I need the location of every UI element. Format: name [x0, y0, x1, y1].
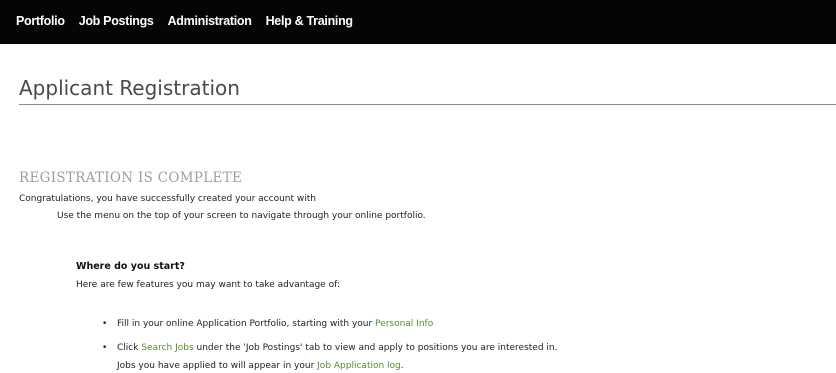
nav-item-job-postings[interactable]: Job Postings	[79, 14, 154, 28]
job-application-log-link[interactable]: Job Application log	[317, 361, 401, 371]
feature-list-item-application-portfolio: • Fill in your online Application Portfol…	[102, 319, 433, 329]
feature-list-item-search-jobs: • Click Search Jobs under the 'Job Postin…	[102, 343, 557, 353]
feature-item-text: Click	[117, 343, 142, 353]
feature-item-text: Fill in your online Application Portfoli…	[117, 319, 376, 329]
page-title: Applicant Registration	[19, 76, 240, 100]
feature-item-text: under the 'Job Postings' tab to view and…	[193, 343, 558, 353]
use-menu-text: Use the menu on the top of your screen t…	[57, 211, 426, 221]
top-nav-bar: Portfolio Job Postings Administration He…	[0, 0, 836, 44]
search-jobs-link[interactable]: Search Jobs	[141, 343, 193, 353]
congratulations-text: Congratulations, you have successfully c…	[19, 194, 316, 204]
bullet-marker: •	[102, 343, 108, 353]
title-divider	[19, 104, 836, 105]
nav-item-portfolio[interactable]: Portfolio	[16, 14, 65, 28]
feature-item-text: .	[400, 361, 404, 371]
nav-item-administration[interactable]: Administration	[168, 14, 252, 28]
feature-list-item-continuation: Jobs you have applied to will appear in …	[117, 361, 404, 371]
features-intro-text: Here are few features you may want to ta…	[76, 280, 340, 290]
bullet-marker: •	[102, 319, 108, 329]
where-do-you-start-heading: Where do you start?	[76, 261, 185, 272]
registration-complete-heading: REGISTRATION IS COMPLETE	[19, 170, 243, 186]
nav-item-help-training[interactable]: Help & Training	[266, 14, 353, 28]
personal-info-link[interactable]: Personal Info	[375, 319, 433, 329]
feature-item-text: Jobs you have applied to will appear in …	[117, 361, 318, 371]
